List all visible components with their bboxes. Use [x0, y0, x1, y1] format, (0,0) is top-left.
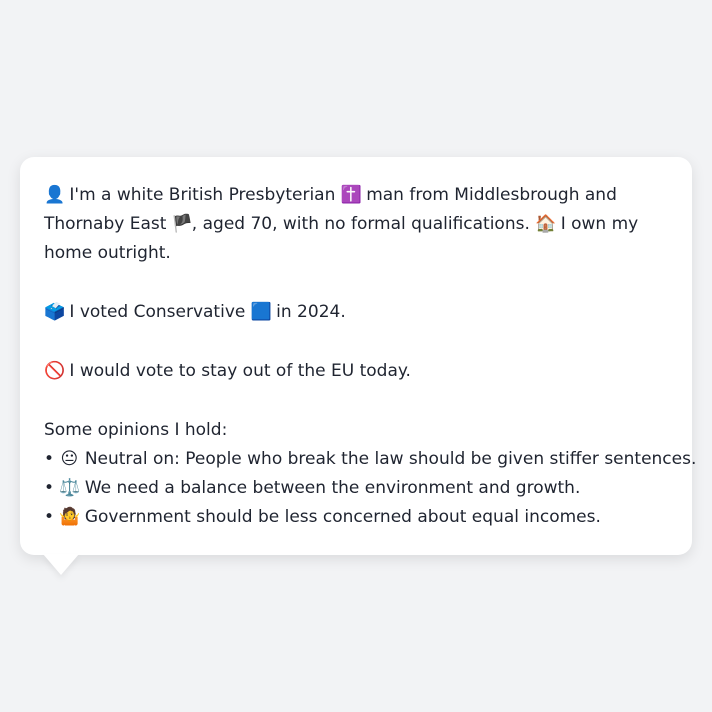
opinions-section: Some opinions I hold: • 😐 Neutral on: Pe…	[44, 416, 696, 532]
opinion-text: Government should be less concerned abou…	[84, 507, 601, 527]
bullet: •	[44, 449, 55, 469]
opinion-text: We need a balance between the environmen…	[84, 478, 581, 498]
intro-text-3: , aged 70, with no formal qualifications…	[191, 214, 530, 234]
blue-square-icon: 🟦	[250, 302, 272, 322]
cross-icon: ✝️	[340, 185, 362, 205]
opinion-text: Neutral on: People who break the law sho…	[84, 449, 697, 469]
persona-card: 👤 I'm a white British Presbyterian ✝️ ma…	[20, 157, 696, 555]
bullet: •	[44, 478, 55, 498]
intro-text-1: I'm a white British Presbyterian	[69, 185, 336, 205]
bullet: •	[44, 507, 55, 527]
vote-text-1: I voted Conservative	[69, 302, 246, 322]
england-flag-icon: 🏴	[171, 214, 193, 234]
prohibited-icon: 🚫	[44, 361, 66, 381]
neutral-face-icon: 😐	[60, 449, 79, 469]
eu-paragraph: 🚫 I would vote to stay out of the EU tod…	[44, 357, 668, 386]
speech-bubble-tail	[43, 554, 79, 575]
opinion-item: • 😐 Neutral on: People who break the law…	[44, 445, 696, 474]
vote-paragraph: 🗳️ I voted Conservative 🟦 in 2024.	[44, 298, 668, 327]
shrug-icon: 🤷	[59, 507, 81, 527]
opinion-item: • ⚖️ We need a balance between the envir…	[44, 474, 668, 503]
eu-text: I would vote to stay out of the EU today…	[69, 361, 411, 381]
vote-text-2: in 2024.	[276, 302, 346, 322]
ballot-box-icon: 🗳️	[44, 302, 66, 322]
scales-icon: ⚖️	[59, 478, 81, 498]
house-icon: 🏠	[535, 214, 557, 234]
opinions-heading: Some opinions I hold:	[44, 420, 228, 440]
opinion-item: • 🤷 Government should be less concerned …	[44, 503, 668, 532]
person-icon: 👤	[44, 185, 66, 205]
intro-paragraph: 👤 I'm a white British Presbyterian ✝️ ma…	[44, 181, 668, 268]
